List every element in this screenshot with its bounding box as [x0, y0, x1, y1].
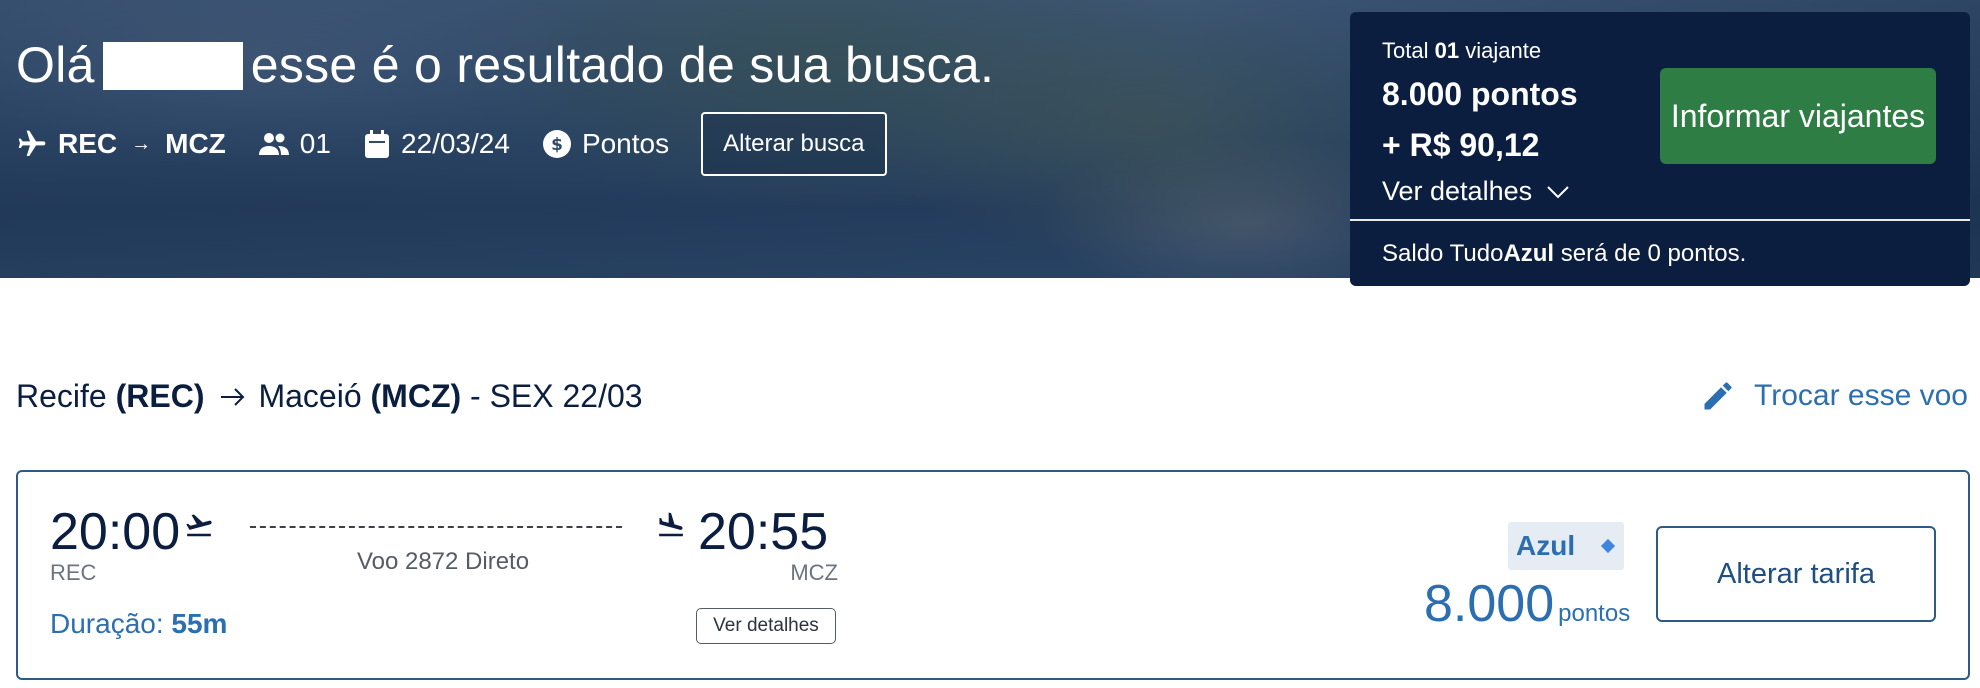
search-route: REC → MCZ — [16, 128, 226, 160]
saldo-suffix: será de 0 pontos. — [1560, 240, 1747, 267]
arrival-code: MCZ — [790, 560, 838, 585]
greeting-prefix: Olá — [16, 37, 95, 93]
total-suffix: viajante — [1465, 38, 1542, 63]
arrival-time: 20:55 — [698, 503, 829, 561]
diamond-icon — [1601, 538, 1616, 554]
takeoff-icon — [186, 514, 212, 537]
alter-search-button[interactable]: Alterar busca — [701, 112, 887, 176]
calendar-icon — [364, 130, 389, 158]
destination-city: Maceió — [258, 378, 362, 414]
flight-details-button[interactable]: Ver detalhes — [696, 608, 836, 644]
chevron-down-icon — [1547, 185, 1569, 198]
traveler-total: Total 01 viajante — [1382, 38, 1578, 64]
search-payment-mode: $ Pontos — [542, 128, 669, 160]
price-unit: pontos — [1558, 600, 1631, 627]
route-arrow-icon: → — [131, 132, 152, 155]
fare-price: 8.000 pontos — [1424, 574, 1630, 634]
route-date: - SEX 22/03 — [470, 378, 643, 414]
summary-details-toggle[interactable]: Ver detalhes — [1382, 176, 1578, 207]
origin-code: (REC) — [115, 378, 205, 414]
search-passengers: 01 — [258, 128, 331, 160]
search-date: 22/03/24 — [363, 128, 510, 160]
flight-option-card[interactable]: 20:00 REC Voo 2872 Direto 20:55 MCZ Dura… — [16, 470, 1970, 680]
search-date-value: 22/03/24 — [400, 128, 510, 159]
pencil-icon — [1704, 382, 1732, 410]
change-fare-button[interactable]: Alterar tarifa — [1656, 526, 1936, 622]
total-money: + R$ 90,12 — [1382, 127, 1540, 163]
coin-icon: $ — [542, 130, 571, 158]
route-heading: Recife (REC) Maceió (MCZ) - SEX 22/03 — [16, 378, 643, 415]
search-destination: MCZ — [165, 128, 226, 159]
people-icon — [258, 133, 289, 155]
airplane-icon — [18, 130, 46, 156]
duration-label: Duração: — [50, 608, 164, 639]
flight-path-line — [250, 526, 622, 528]
saldo-prefix: Saldo Tudo — [1382, 240, 1504, 267]
flight-number-info: Voo 2872 Direto — [356, 548, 530, 575]
points-balance-note: Saldo TudoAzul será de 0 pontos. — [1382, 240, 1746, 268]
booking-summary-panel: Total 01 viajante 8.000 pontos + R$ 90,1… — [1350, 12, 1970, 286]
change-flight-link[interactable]: Trocar esse voo — [1700, 378, 1968, 414]
passenger-count: 01 — [299, 128, 331, 159]
departure-time: 20:00 — [50, 503, 181, 561]
payment-mode-label: Pontos — [581, 128, 670, 159]
greeting-title: Olá esse é o resultado de sua busca. — [16, 36, 994, 94]
flight-duration: Duração: 55m — [50, 608, 227, 640]
destination-code: (MCZ) — [370, 378, 462, 414]
duration-value: 55m — [171, 608, 228, 639]
price-value: 8.000 — [1424, 575, 1555, 633]
summary-totals: Total 01 viajante 8.000 pontos + R$ 90,1… — [1382, 38, 1578, 207]
inform-travelers-button[interactable]: Informar viajantes — [1660, 68, 1936, 164]
summary-divider — [1350, 219, 1970, 221]
search-origin: REC — [58, 128, 118, 159]
fare-class-badge: Azul — [1508, 522, 1624, 570]
total-prefix: Total — [1382, 38, 1429, 63]
greeting-suffix: esse é o resultado de sua busca. — [250, 37, 995, 93]
arrow-right-icon — [221, 387, 245, 406]
landing-icon — [659, 512, 683, 537]
total-count: 01 — [1434, 38, 1460, 63]
search-summary-bar: REC → MCZ 01 22/03/24 $ Pontos Alterar b… — [16, 112, 887, 176]
svg-text:$: $ — [551, 135, 563, 155]
summary-details-label: Ver detalhes — [1382, 176, 1533, 206]
origin-city: Recife — [16, 378, 107, 414]
total-points: 8.000 pontos — [1382, 76, 1578, 112]
fare-class-label: Azul — [1516, 530, 1576, 561]
redacted-user-name — [102, 42, 243, 90]
saldo-brand: Azul — [1503, 240, 1555, 267]
departure-code: REC — [50, 560, 97, 585]
change-flight-label: Trocar esse voo — [1754, 379, 1968, 412]
